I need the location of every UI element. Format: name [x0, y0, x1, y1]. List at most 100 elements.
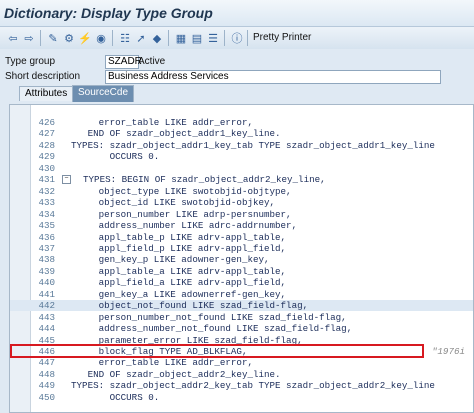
line-number: 431 — [38, 174, 55, 186]
code-text: address_number LIKE adrc-addrnumber, — [60, 220, 298, 232]
code-text: person_number LIKE adrp-persnumber, — [60, 208, 292, 220]
toolbar-separator — [247, 30, 248, 46]
check-icon[interactable]: ◆ — [150, 31, 164, 45]
line-number: 442 — [38, 300, 55, 312]
code-line: 442 object_not_found LIKE szad_field-fla… — [10, 300, 473, 312]
code-text: appl_table_a LIKE adrv-appl_table, — [60, 265, 287, 277]
line-number: 436 — [38, 231, 55, 243]
application-toolbar: ⇦ ⇨ ✎ ⚙ ⚡ ◉ ☷ ➚ ◆ ▦ ▤ ☰ ⓘ Pretty Printer — [0, 26, 474, 50]
table-icon[interactable]: ▤ — [190, 31, 204, 45]
code-text: error_table LIKE addr_error, — [60, 117, 253, 128]
tab-attributes[interactable]: Attributes — [19, 86, 74, 101]
code-line: 430 — [10, 163, 473, 174]
tab-sourcecode[interactable]: SourceCde — [72, 85, 135, 102]
short-description-field[interactable]: Business Address Services — [105, 70, 441, 84]
code-text: OCCURS 0. — [60, 151, 160, 163]
line-number: 450 — [38, 391, 55, 403]
display-object-list-icon[interactable]: ☷ — [118, 31, 132, 45]
list-icon[interactable]: ☰ — [206, 31, 220, 45]
code-line: 435 address_number LIKE adrc-addrnumber, — [10, 220, 473, 231]
line-number: 447 — [38, 357, 55, 369]
line-number: 435 — [38, 220, 55, 232]
code-line: 450 OCCURS 0. — [10, 392, 473, 403]
line-number: 427 — [38, 128, 55, 140]
code-comment: "1976i — [431, 346, 465, 357]
short-description-label: Short description — [5, 71, 81, 82]
source-code-editor[interactable]: 426 error_table LIKE addr_error, 427 END … — [9, 104, 474, 413]
code-text: END OF szadr_object_addr2_key_line. — [60, 368, 281, 380]
type-group-field[interactable]: SZADR — [105, 55, 142, 69]
line-number: 429 — [38, 151, 55, 163]
line-number: 430 — [38, 162, 55, 174]
pretty-printer-button[interactable]: Pretty Printer — [253, 32, 311, 43]
other-object-icon[interactable]: ⚙ — [62, 31, 76, 45]
type-group-label: Type group — [5, 56, 56, 67]
code-text: block_flag TYPE AD_BLKFLAG, — [60, 346, 248, 357]
line-number: 440 — [38, 277, 55, 289]
collapse-block-icon[interactable]: − — [62, 175, 71, 185]
where-used-icon[interactable]: ◉ — [94, 31, 108, 45]
code-line: 429 OCCURS 0. — [10, 151, 473, 162]
code-text: OCCURS 0. — [60, 391, 160, 403]
display-change-icon[interactable]: ✎ — [46, 31, 60, 45]
code-line: 436 appl_table_p LIKE adrv-appl_table, — [10, 232, 473, 243]
code-text: person_number_not_found LIKE szad_field-… — [60, 311, 347, 323]
code-line: 438 gen_key_p LIKE adowner-gen_key, — [10, 254, 473, 265]
code-line: 444 address_number_not_found LIKE szad_f… — [10, 323, 473, 334]
navigate-icon[interactable]: ➚ — [134, 31, 148, 45]
line-number: 438 — [38, 254, 55, 266]
line-number: 441 — [38, 288, 55, 300]
line-number: 445 — [38, 334, 55, 346]
code-text: object_not_found LIKE szad_field-flag, — [60, 300, 309, 312]
hierarchy-icon[interactable]: ▦ — [174, 31, 188, 45]
code-line: 427 END OF szadr_object_addr1_key_line. — [10, 128, 473, 139]
line-number: 439 — [38, 265, 55, 277]
code-text: parameter_error LIKE szad_field-flag, — [60, 334, 303, 346]
line-number: 428 — [38, 139, 55, 151]
line-number: 432 — [38, 185, 55, 197]
code-line: 440 appl_field_a LIKE adrv-appl_field, — [10, 277, 473, 288]
code-text: object_type LIKE swotobjid-objtype, — [60, 185, 292, 197]
code-text: gen_key_p LIKE adowner-gen_key, — [60, 254, 270, 266]
line-number: 434 — [38, 208, 55, 220]
code-line: 434 person_number LIKE adrp-persnumber, — [10, 209, 473, 220]
toolbar-separator — [168, 30, 169, 46]
back-arrow-icon[interactable]: ⇦ — [6, 31, 20, 45]
code-line: 428 TYPES: szadr_object_addr1_key_tab TY… — [10, 140, 473, 151]
code-line: 446 block_flag TYPE AD_BLKFLAG, "1976i — [10, 346, 473, 357]
code-line: 432 object_type LIKE swotobjid-objtype, — [10, 186, 473, 197]
code-line: 437 appl_field_p LIKE adrv-appl_field, — [10, 243, 473, 254]
line-number: 444 — [38, 323, 55, 335]
code-line: 426 error_table LIKE addr_error, — [10, 117, 473, 128]
line-number: 433 — [38, 197, 55, 209]
code-line: 449 TYPES: szadr_object_addr2_key_tab TY… — [10, 380, 473, 391]
code-line: 448 END OF szadr_object_addr2_key_line. — [10, 369, 473, 380]
code-line: 439 appl_table_a LIKE adrv-appl_table, — [10, 266, 473, 277]
code-line: 447 error_table LIKE addr_error, — [10, 357, 473, 368]
code-text: gen_key_a LIKE adownerref-gen_key, — [60, 288, 287, 300]
code-line: 433 object_id LIKE swotobjid-objkey, — [10, 197, 473, 208]
code-text: TYPES: szadr_object_addr1_key_tab TYPE s… — [60, 139, 435, 151]
line-number: 437 — [38, 242, 55, 254]
code-text: object_id LIKE swotobjid-objkey, — [60, 197, 276, 209]
code-text: END OF szadr_object_addr1_key_line. — [60, 128, 281, 140]
code-text: TYPES: szadr_object_addr2_key_tab TYPE s… — [60, 380, 435, 392]
line-number: 443 — [38, 311, 55, 323]
line-number: 426 — [38, 117, 55, 128]
info-icon[interactable]: ⓘ — [230, 31, 244, 45]
code-line: 443 person_number_not_found LIKE szad_fi… — [10, 312, 473, 323]
line-number: 448 — [38, 368, 55, 380]
header-form: Type group SZADR Active Short descriptio… — [0, 49, 474, 85]
code-text: address_number_not_found LIKE szad_field… — [60, 323, 353, 335]
title-bar: Dictionary: Display Type Group — [0, 0, 474, 26]
code-text: appl_field_a LIKE adrv-appl_field, — [60, 277, 287, 289]
code-line: 445 parameter_error LIKE szad_field-flag… — [10, 335, 473, 346]
toolbar-separator — [40, 30, 41, 46]
type-group-status: Active — [138, 56, 166, 67]
activate-icon[interactable]: ⚡ — [78, 31, 92, 45]
code-line: 441 gen_key_a LIKE adownerref-gen_key, — [10, 289, 473, 300]
line-number: 449 — [38, 380, 55, 392]
tab-strip: Attributes SourceCde — [0, 85, 474, 102]
forward-arrow-icon[interactable]: ⇨ — [22, 31, 36, 45]
code-text: appl_field_p LIKE adrv-appl_field, — [60, 242, 287, 254]
